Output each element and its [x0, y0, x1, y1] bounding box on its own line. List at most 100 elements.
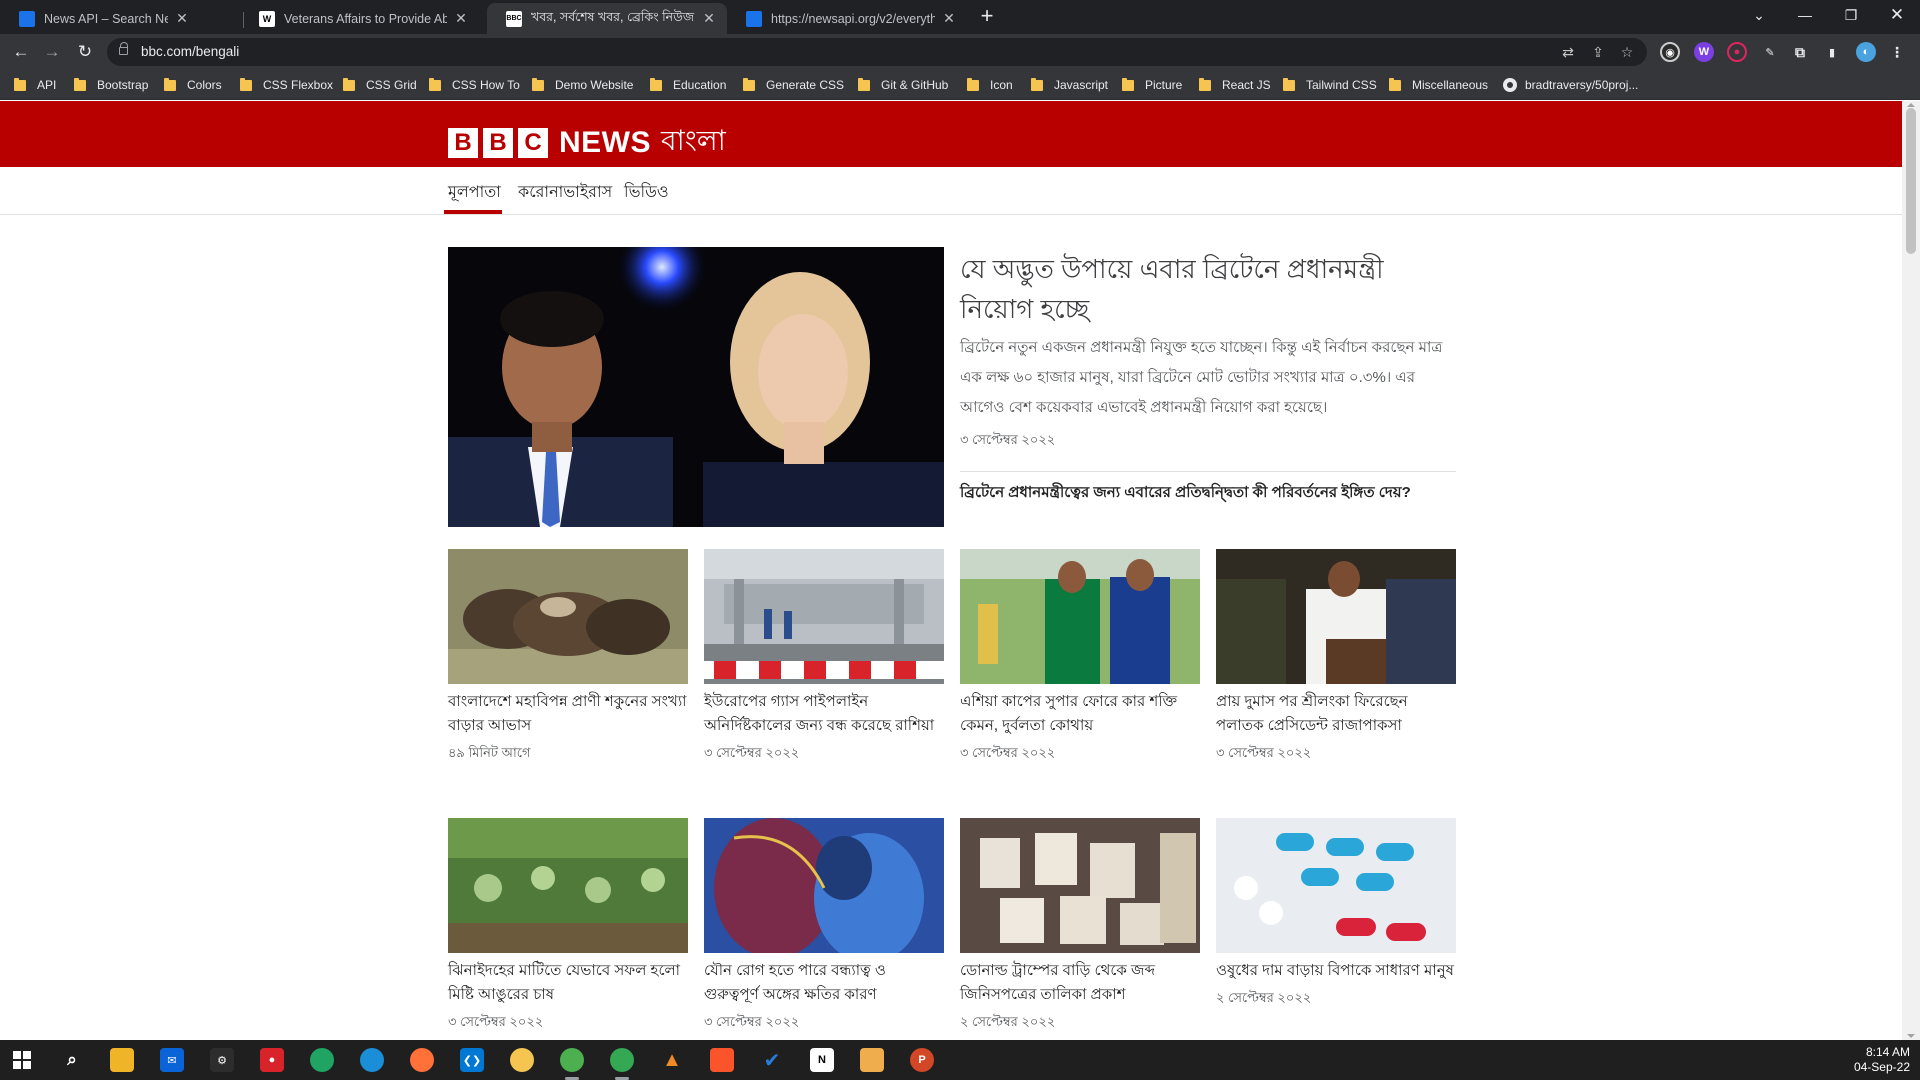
- extension-pen-icon[interactable]: ✎: [1760, 42, 1780, 62]
- bookmark-generate-css[interactable]: Generate CSS: [743, 76, 844, 94]
- app-icon[interactable]: ⚙: [210, 1048, 234, 1072]
- scroll-thumb[interactable]: [1906, 108, 1916, 254]
- edge-dev-icon[interactable]: [310, 1048, 334, 1072]
- asia-cup-thumbnail: [960, 549, 1200, 684]
- vscode-icon[interactable]: ❮❯: [460, 1048, 484, 1072]
- firefox-icon[interactable]: [410, 1048, 434, 1072]
- bookmark-label: Git & GitHub: [881, 78, 949, 92]
- recorder-icon[interactable]: ●: [260, 1048, 284, 1072]
- close-icon[interactable]: ✕: [174, 10, 190, 27]
- bookmark-miscellaneous[interactable]: Miscellaneous: [1389, 76, 1488, 94]
- bookmark-api[interactable]: API: [14, 76, 56, 94]
- close-icon[interactable]: ✕: [941, 10, 957, 27]
- todo-icon[interactable]: ✔: [760, 1048, 784, 1072]
- bookmark-label: Colors: [187, 78, 222, 92]
- close-icon[interactable]: ✕: [701, 10, 717, 27]
- edge-icon[interactable]: [360, 1048, 384, 1072]
- news-card[interactable]: প্রায় দুমাস পর শ্রীলংকা ফিরেছেন পলাতক প…: [1216, 549, 1456, 765]
- bookmark-javascript[interactable]: Javascript: [1031, 76, 1108, 94]
- brave-icon[interactable]: [710, 1048, 734, 1072]
- folder-icon: [1389, 77, 1401, 91]
- news-card[interactable]: বাংলাদেশে মহাবিপন্ন প্রাণী শকুনের সংখ্যা…: [448, 549, 688, 765]
- minimize-icon[interactable]: —: [1782, 0, 1828, 30]
- bookmark-label: API: [37, 78, 57, 92]
- bookmark-education[interactable]: Education: [650, 76, 726, 94]
- search-icon[interactable]: ⌕: [60, 1048, 84, 1072]
- news-card[interactable]: ওষুধের দাম বাড়ায় বিপাকে সাধারণ মানুষ ২…: [1216, 818, 1456, 1010]
- news-card[interactable]: ডোনাল্ড ট্রাম্পের বাড়ি থেকে জব্দ জিনিসপ…: [960, 818, 1200, 1034]
- reload-icon[interactable]: ↻: [73, 40, 97, 64]
- bookmark-label: Demo Website: [555, 78, 634, 92]
- close-icon[interactable]: ✕: [453, 10, 469, 27]
- file-explorer-icon[interactable]: [110, 1048, 134, 1072]
- sublime-icon[interactable]: [860, 1048, 884, 1072]
- nav-item-home[interactable]: মূলপাতা: [448, 179, 501, 206]
- restore-icon[interactable]: ❐: [1828, 0, 1874, 30]
- nav-item-coronavirus[interactable]: করোনাভাইরাস: [518, 179, 612, 206]
- chrome-icon[interactable]: [510, 1048, 534, 1072]
- news-card[interactable]: যৌন রোগ হতে পারে বন্ধ্যাত্ব ও গুরুত্বপূর…: [704, 818, 944, 1034]
- scroll-up-arrow-icon[interactable]: [1907, 103, 1915, 107]
- bookmark-label: Icon: [990, 78, 1013, 92]
- side-panel-icon[interactable]: ▮: [1822, 42, 1842, 62]
- bookmark-github-repo[interactable]: bradtraversy/50proj...: [1503, 76, 1638, 94]
- scroll-down-arrow-icon[interactable]: [1907, 1034, 1915, 1038]
- notion-icon[interactable]: N: [810, 1048, 834, 1072]
- close-window-icon[interactable]: ✕: [1874, 0, 1920, 30]
- menu-kebab-icon[interactable]: ⋮: [1887, 42, 1907, 62]
- tab-search-icon[interactable]: ⌄: [1736, 0, 1782, 30]
- extension-record-icon[interactable]: ●: [1727, 42, 1747, 62]
- extensions-puzzle-icon[interactable]: ⧉: [1790, 42, 1810, 62]
- new-tab-icon[interactable]: +: [976, 5, 998, 28]
- page-scrollbar[interactable]: [1902, 101, 1920, 1040]
- folder-icon: [1283, 77, 1295, 91]
- bookmark-picture[interactable]: Picture: [1122, 76, 1182, 94]
- news-card[interactable]: ইউরোপের গ্যাস পাইপলাইন অনির্দিষ্টকালের জ…: [704, 549, 944, 765]
- chrome-active-icon[interactable]: [560, 1048, 584, 1072]
- tab-newsapi[interactable]: News API – Search News and Blo ✕: [0, 3, 200, 34]
- card-date: ৩ সেপ্টেম্বর ২০২২: [704, 1014, 800, 1029]
- bookmark-react-js[interactable]: React JS: [1199, 76, 1271, 94]
- bookmark-bootstrap[interactable]: Bootstrap: [74, 76, 148, 94]
- system-clock[interactable]: 8:14 AM 04-Sep-22: [1854, 1045, 1910, 1075]
- extension-w-icon[interactable]: W: [1694, 42, 1714, 62]
- card-title: ইউরোপের গ্যাস পাইপলাইন অনির্দিষ্টকালের জ…: [704, 693, 935, 734]
- back-icon[interactable]: ←: [9, 40, 33, 64]
- nav-item-video[interactable]: ভিডিও: [624, 179, 669, 206]
- tab-veterans[interactable]: W Veterans Affairs to Provide Abort ✕: [240, 3, 479, 34]
- hero-image[interactable]: [448, 247, 944, 527]
- bookmark-icon[interactable]: Icon: [967, 76, 1013, 94]
- tab-newsapi-v2[interactable]: https://newsapi.org/v2/everythin ✕: [727, 3, 967, 34]
- mail-icon[interactable]: ✉: [160, 1048, 184, 1072]
- bookmark-label: Picture: [1145, 78, 1183, 92]
- folder-icon: [1031, 77, 1043, 91]
- star-icon[interactable]: ☆: [1618, 43, 1636, 61]
- news-card[interactable]: ঝিনাইদহের মাটিতে যেভাবে সফল হলো মিষ্টি আ…: [448, 818, 688, 1034]
- card-date: ৩ সেপ্টেম্বর ২০২২: [960, 745, 1056, 760]
- bookmark-tailwind-css[interactable]: Tailwind CSS: [1283, 76, 1377, 94]
- chrome-profile-icon[interactable]: [610, 1048, 634, 1072]
- vlc-icon[interactable]: ▲: [660, 1048, 684, 1072]
- bookmark-git-github[interactable]: Git & GitHub: [858, 76, 948, 94]
- powerpoint-icon[interactable]: P: [910, 1048, 934, 1072]
- clock-date: 04-Sep-22: [1853, 1060, 1910, 1074]
- forward-icon[interactable]: →: [40, 40, 64, 64]
- bookmark-demo-website[interactable]: Demo Website: [532, 76, 633, 94]
- news-card[interactable]: এশিয়া কাপের সুপার ফোরে কার শক্তি কেমন, …: [960, 549, 1200, 765]
- bbc-icon: BBC: [506, 10, 522, 27]
- extension-mask-icon[interactable]: ◉: [1660, 42, 1680, 62]
- share-icon[interactable]: ⇪: [1589, 43, 1607, 61]
- bookmark-css-how-to[interactable]: CSS How To: [429, 76, 520, 94]
- profile-avatar[interactable]: ◐: [1856, 42, 1876, 62]
- bookmark-colors[interactable]: Colors: [164, 76, 222, 94]
- translate-icon[interactable]: ⇄: [1559, 43, 1577, 61]
- tab-bbc-bengali[interactable]: BBC খবর, সর্বশেষ খবর, ব্রেকিং নিউজ | ✕: [487, 3, 727, 34]
- bookmark-css-grid[interactable]: CSS Grid: [343, 76, 417, 94]
- windows-start-icon[interactable]: [10, 1048, 34, 1072]
- hero-related-link[interactable]: ব্রিটেনে প্রধানমন্ত্রীত্বের জন্য এবারের …: [960, 481, 1456, 506]
- site-nav: মূলপাতা করোনাভাইরাস ভিডিও: [0, 167, 1902, 215]
- address-bar[interactable]: bbc.com/bengali ⇄ ⇪ ☆: [107, 38, 1647, 66]
- hero-headline[interactable]: যে অদ্ভুত উপায়ে এবার ব্রিটেনে প্রধানমন্…: [960, 249, 1456, 329]
- bbc-news-bangla-logo[interactable]: B B C NEWS বাংলা: [448, 119, 726, 166]
- bookmark-css-flexbox[interactable]: CSS Flexbox: [240, 76, 333, 94]
